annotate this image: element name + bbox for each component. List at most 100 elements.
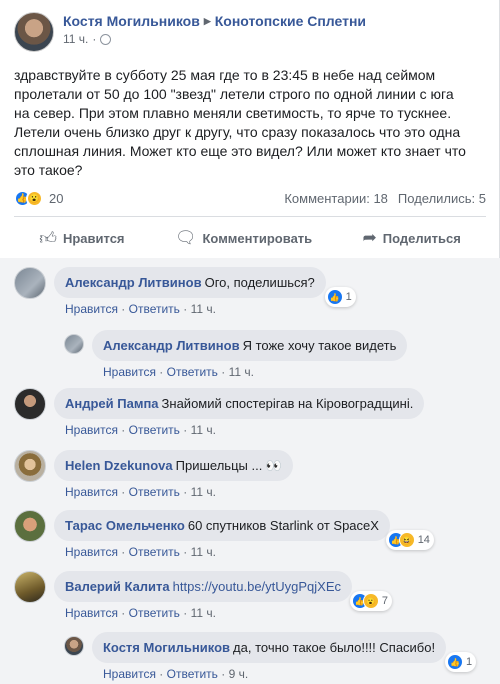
post-title-line: Костя Могильников ▶ Конотопские Сплетни (63, 12, 366, 30)
action-separator: · (159, 667, 164, 681)
comment-time[interactable]: 11 ч. (191, 485, 216, 499)
comment-link[interactable]: https://youtu.be/ytUygPqjXEc (173, 579, 341, 594)
comment-time[interactable]: 9 ч. (229, 667, 249, 681)
comment-reply-link[interactable]: Ответить (129, 485, 180, 499)
wow-reaction-icon: 😮 (362, 593, 379, 609)
comment-reply-link[interactable]: Ответить (129, 606, 180, 620)
post-actions: 👍︎ Нравится 🗨︎ Комментировать ➦ Поделить… (14, 222, 486, 254)
share-button[interactable]: ➦ Поделиться (363, 228, 461, 248)
like-button-label: Нравится (62, 230, 125, 246)
post-meta: 11 ч. · (63, 32, 366, 46)
comment: Helen Dzekunova Пришельцы ... 👀 Нравится … (14, 450, 294, 499)
commenter-avatar[interactable] (14, 450, 46, 482)
comment-button[interactable]: 🗨︎ Комментировать (175, 228, 312, 248)
action-separator: · (121, 485, 126, 499)
comment-actions: Нравится · Ответить · 11 ч. (65, 302, 326, 316)
commenter-avatar[interactable] (64, 636, 84, 656)
comment-text: Я тоже хочу такое видеть (242, 338, 397, 353)
comment-bubble: Александр Литвинов Ого, поделишься? 👍 1 (54, 267, 356, 307)
comment-author[interactable]: Андрей Пампа (65, 396, 159, 411)
post-header-text: Костя Могильников ▶ Конотопские Сплетни … (63, 12, 366, 52)
comment-author[interactable]: Helen Dzekunova (65, 458, 173, 473)
comment-like-link[interactable]: Нравится (103, 365, 156, 379)
reaction-count[interactable]: 20 (49, 191, 63, 206)
comment-reactions[interactable]: 👍 1 (324, 287, 356, 307)
comment-reply: Костя Могильников да, точно такое было!!!… (64, 632, 477, 681)
post-author-link[interactable]: Костя Могильников (63, 12, 200, 30)
comment-bubble: Тарас Омельченко 60 спутников Starlink от… (54, 510, 434, 550)
haha-reaction-icon: 😆 (398, 532, 415, 548)
comment-author[interactable]: Костя Могильников (103, 640, 230, 655)
comment-text: 60 спутников Starlink от SpaceX (187, 518, 379, 533)
action-separator: · (221, 667, 226, 681)
comment-time[interactable]: 11 ч. (229, 365, 254, 379)
action-separator: · (221, 365, 226, 379)
comment-like-link[interactable]: Нравится (65, 423, 118, 437)
comment-reply-link[interactable]: Ответить (129, 545, 180, 559)
comment-like-link[interactable]: Нравится (65, 302, 118, 316)
group-link[interactable]: Конотопские Сплетни (215, 12, 366, 30)
comment-reactions[interactable]: 👍 😆 14 (385, 530, 434, 550)
comment-author[interactable]: Александр Литвинов (103, 338, 240, 353)
post-text: здравствуйте в субботу 25 мая где то в 2… (14, 67, 466, 178)
commenter-avatar[interactable] (64, 334, 84, 354)
comment-reactions[interactable]: 👍 😮 7 (349, 591, 393, 611)
comments-count[interactable]: Комментарии: 18 (284, 191, 388, 206)
comment-reaction-count: 7 (381, 594, 389, 607)
action-separator: · (183, 302, 188, 316)
commenter-avatar[interactable] (14, 388, 46, 420)
comment-reaction-count: 1 (465, 655, 473, 668)
author-avatar[interactable] (14, 12, 54, 52)
comment-time[interactable]: 11 ч. (191, 302, 216, 316)
comment-text: Пришельцы ... 👀 (175, 458, 283, 473)
like-button[interactable]: 👍︎ Нравится (39, 228, 124, 249)
comments-section: Александр Литвинов Ого, поделишься? 👍 1 Н… (0, 258, 500, 684)
comment-text: Ого, поделишься? (204, 275, 315, 290)
comment: Андрей Пампа Знайомий спостерігав на Кіро… (14, 388, 425, 437)
post-time[interactable]: 11 ч. (63, 32, 88, 46)
comment-actions: Нравится · Ответить · 9 ч. (103, 667, 446, 681)
comment-time[interactable]: 11 ч. (191, 606, 216, 620)
comment-like-link[interactable]: Нравится (65, 545, 118, 559)
action-separator: · (121, 423, 126, 437)
comment-like-link[interactable]: Нравится (65, 606, 118, 620)
post-stats: 👍 😮 20 Комментарии: 18 Поделились: 5 (14, 189, 486, 207)
comment-reply-link[interactable]: Ответить (167, 365, 218, 379)
comment-time[interactable]: 11 ч. (191, 545, 216, 559)
comment-actions: Нравится · Ответить · 11 ч. (65, 545, 390, 559)
comment-author[interactable]: Тарас Омельченко (65, 518, 185, 533)
comment-bubble: Андрей Пампа Знайомий спостерігав на Кіро… (54, 388, 425, 419)
meta-separator: · (92, 32, 97, 46)
comment-actions: Нравится · Ответить · 11 ч. (65, 606, 352, 620)
action-separator: · (183, 545, 188, 559)
shares-count[interactable]: Поделились: 5 (398, 191, 486, 206)
comment-like-link[interactable]: Нравится (65, 485, 118, 499)
comment-reply-link[interactable]: Ответить (129, 302, 180, 316)
action-separator: · (183, 423, 188, 437)
arrow-right-icon: ▶ (203, 16, 211, 26)
comment: Александр Литвинов Ого, поделишься? 👍 1 Н… (14, 267, 356, 316)
comment-author[interactable]: Александр Литвинов (65, 275, 202, 290)
share-button-label: Поделиться (382, 230, 461, 246)
thumbs-up-icon: 👍︎ (39, 228, 57, 248)
comment-bubble: Костя Могильников да, точно такое было!!!… (92, 632, 477, 672)
comment-text: да, точно такое было!!!! Спасибо! (233, 640, 436, 655)
comment-actions: Нравится · Ответить · 11 ч. (65, 485, 293, 499)
action-separator: · (121, 545, 126, 559)
comment-reactions[interactable]: 👍 1 (444, 652, 477, 672)
wow-reaction-icon[interactable]: 😮 (26, 189, 43, 207)
comment-reaction-count: 14 (417, 533, 430, 546)
comment-like-link[interactable]: Нравится (103, 667, 156, 681)
commenter-avatar[interactable] (14, 510, 46, 542)
globe-icon[interactable] (100, 33, 112, 45)
post-header: Костя Могильников ▶ Конотопские Сплетни … (14, 12, 366, 52)
comment-icon: 🗨︎ (174, 228, 197, 247)
comment-author[interactable]: Валерий Калита (65, 579, 170, 594)
commenter-avatar[interactable] (14, 267, 46, 299)
comment-time[interactable]: 11 ч. (191, 423, 216, 437)
commenter-avatar[interactable] (14, 571, 46, 603)
action-separator: · (121, 302, 126, 316)
comment-reply-link[interactable]: Ответить (167, 667, 218, 681)
comment-reply-link[interactable]: Ответить (129, 423, 180, 437)
comment-bubble: Helen Dzekunova Пришельцы ... 👀 (54, 450, 294, 481)
